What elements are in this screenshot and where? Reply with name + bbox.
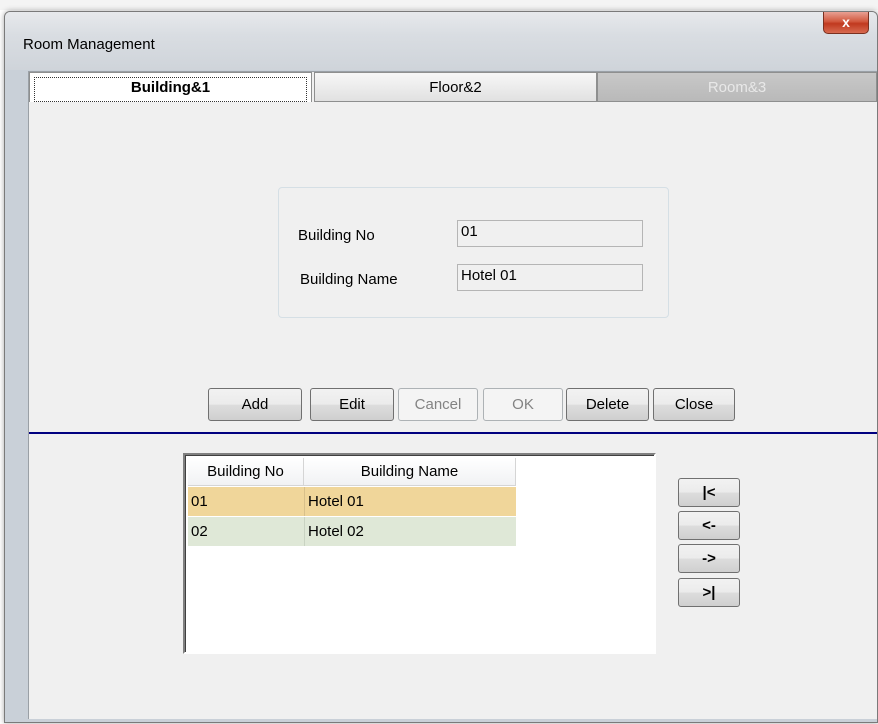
- close-window-button[interactable]: x: [823, 12, 869, 34]
- close-button[interactable]: Close: [653, 388, 735, 421]
- client-area: Building&1 Floor&2 Room&3 Building No 01…: [28, 71, 877, 719]
- tab-strip: Building&1 Floor&2 Room&3: [29, 72, 877, 102]
- column-header-building-name[interactable]: Building Name: [304, 458, 516, 486]
- window-title: Room Management: [23, 36, 155, 53]
- close-icon: x: [842, 14, 850, 30]
- next-record-button[interactable]: ->: [678, 544, 740, 573]
- add-button[interactable]: Add: [208, 388, 302, 421]
- table-row-2-building-no[interactable]: 02: [188, 517, 304, 546]
- table-row-1-building-no[interactable]: 01: [188, 487, 304, 516]
- tab-room: Room&3: [597, 72, 877, 102]
- building-details-group: Building No 01 Building Name Hotel 01: [278, 187, 669, 318]
- last-record-button[interactable]: >|: [678, 578, 740, 607]
- building-no-field[interactable]: 01: [457, 220, 643, 247]
- building-name-label: Building Name: [300, 271, 398, 288]
- tab-floor[interactable]: Floor&2: [314, 72, 597, 102]
- first-record-button[interactable]: |<: [678, 478, 740, 507]
- cancel-button[interactable]: Cancel: [398, 388, 478, 421]
- delete-button[interactable]: Delete: [566, 388, 649, 421]
- edit-button[interactable]: Edit: [310, 388, 394, 421]
- building-tab-page: Building No 01 Building Name Hotel 01 Ad…: [29, 102, 877, 719]
- table-row-2-building-name[interactable]: Hotel 02: [304, 517, 516, 546]
- tab-room-label: Room&3: [707, 79, 767, 96]
- building-no-label: Building No: [298, 227, 375, 244]
- tab-floor-label: Floor&2: [429, 79, 482, 96]
- room-management-window: Room Management x Building&1 Floor&2 Roo…: [4, 11, 878, 723]
- buildings-grid[interactable]: Building No Building Name 01 Hotel 01 02…: [183, 453, 656, 654]
- section-divider: [29, 432, 877, 434]
- desktop-backdrop: [0, 0, 878, 10]
- column-header-building-no[interactable]: Building No: [188, 458, 304, 486]
- table-row-1-building-name[interactable]: Hotel 01: [304, 487, 516, 516]
- ok-button[interactable]: OK: [483, 388, 563, 421]
- building-name-field[interactable]: Hotel 01: [457, 264, 643, 291]
- previous-record-button[interactable]: <-: [678, 511, 740, 540]
- tab-focus-rect: [34, 77, 307, 102]
- title-bar[interactable]: Room Management x: [5, 12, 877, 70]
- tab-building[interactable]: Building&1: [29, 72, 312, 102]
